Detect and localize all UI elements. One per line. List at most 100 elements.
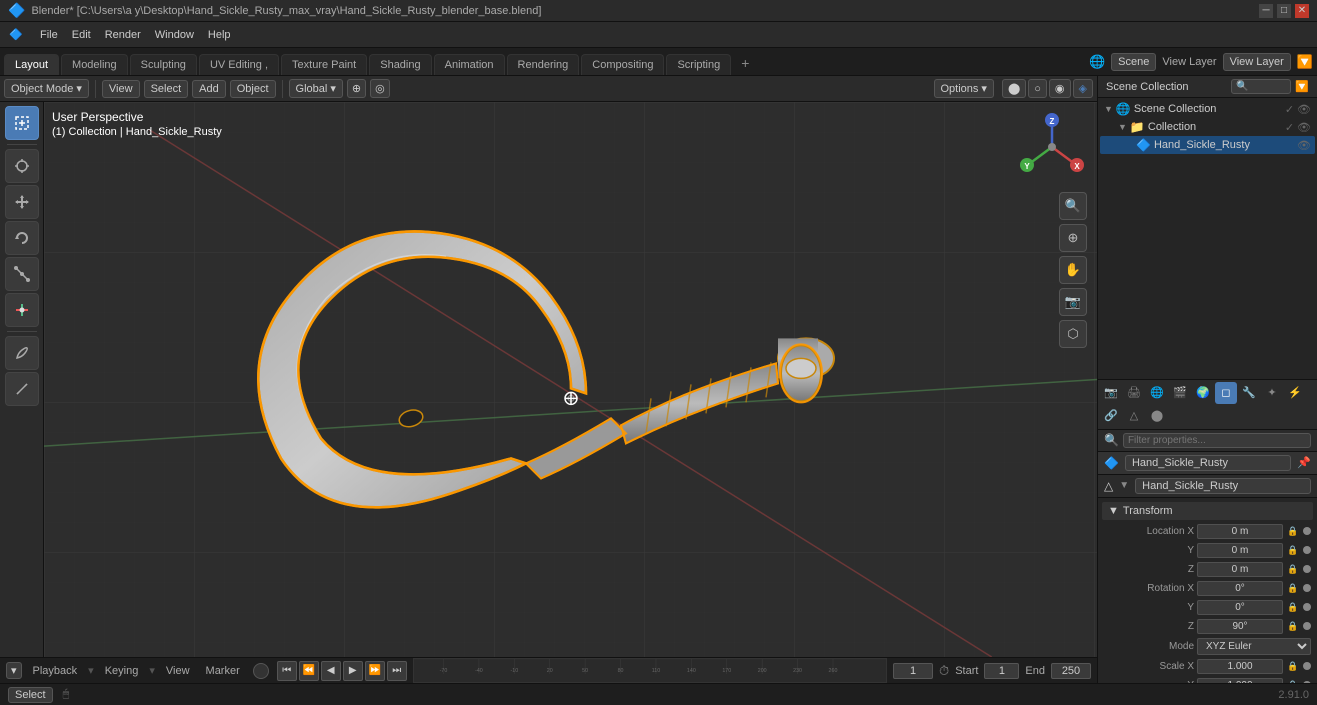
rotation-x-lock-icon[interactable]: 🔒 [1286, 583, 1300, 594]
menu-file[interactable]: File [34, 27, 64, 43]
physics-props-icon[interactable]: ⚡ [1284, 382, 1306, 404]
world-props-icon[interactable]: 🌍 [1192, 382, 1214, 404]
render-props-icon[interactable]: 📷 [1100, 382, 1122, 404]
prev-keyframe-button[interactable]: ⏪ [299, 661, 319, 681]
snap-toggle[interactable]: ⊕ [347, 79, 366, 98]
rotation-z-lock-icon[interactable]: 🔒 [1286, 621, 1300, 632]
measure-tool[interactable] [5, 372, 39, 406]
transform-tool[interactable] [5, 293, 39, 327]
play-button[interactable]: ▶ [343, 661, 363, 681]
rotate-tool[interactable] [5, 221, 39, 255]
select-menu-button[interactable]: Select [144, 80, 189, 98]
options-button[interactable]: Options ▾ [934, 79, 994, 98]
scene-collection-eye[interactable]: 👁 [1297, 103, 1311, 116]
scene-props-icon[interactable]: 🎬 [1169, 382, 1191, 404]
location-y-keyframe-dot[interactable] [1303, 546, 1311, 554]
tab-layout[interactable]: Layout [4, 54, 59, 75]
tab-scripting[interactable]: Scripting [666, 54, 731, 75]
outliner-item-scene-collection[interactable]: ▼ 🌐 Scene Collection ✓ 👁 [1100, 100, 1315, 118]
output-props-icon[interactable]: 🖨 [1123, 382, 1145, 404]
location-y-lock-icon[interactable]: 🔒 [1286, 545, 1300, 556]
outliner-item-hand-sickle[interactable]: 🔷 Hand_Sickle_Rusty 👁 [1100, 136, 1315, 154]
current-frame-input[interactable]: 1 [893, 663, 933, 679]
rotation-mode-select[interactable]: XYZ Euler XZY Euler YXZ Euler YZX Euler … [1197, 638, 1311, 655]
location-x-lock-icon[interactable]: 🔒 [1286, 526, 1300, 537]
object-props-icon[interactable]: ◻ [1215, 382, 1237, 404]
constraints-props-icon[interactable]: 🔗 [1100, 405, 1122, 427]
object-mode-button[interactable]: Object Mode ▾ [4, 79, 89, 98]
rotation-z-value[interactable]: 90° [1197, 619, 1283, 634]
playback-menu-button[interactable]: Playback [28, 664, 83, 678]
tab-compositing[interactable]: Compositing [581, 54, 664, 75]
close-button[interactable]: ✕ [1295, 4, 1309, 18]
menu-window[interactable]: Window [149, 27, 200, 43]
zoom-out-button[interactable]: ⊕ [1059, 224, 1087, 252]
transform-section-header[interactable]: ▼ Transform [1102, 502, 1313, 520]
modifier-props-icon[interactable]: 🔧 [1238, 382, 1260, 404]
jump-end-button[interactable]: ⏭ [387, 661, 407, 681]
end-frame-input[interactable]: 250 [1051, 663, 1091, 679]
filter-icon[interactable]: 🔽 [1297, 54, 1313, 70]
start-frame-input[interactable]: 1 [984, 663, 1019, 679]
tab-modeling[interactable]: Modeling [61, 54, 128, 75]
location-z-keyframe-dot[interactable] [1303, 565, 1311, 573]
minimize-button[interactable]: ─ [1259, 4, 1273, 18]
location-y-value[interactable]: 0 m [1197, 543, 1283, 558]
outliner-item-collection[interactable]: ▼ 📁 Collection ✓ 👁 [1100, 118, 1315, 136]
menu-render[interactable]: Render [99, 27, 147, 43]
scale-x-lock-icon[interactable]: 🔒 [1286, 661, 1300, 672]
view-menu-button-tl[interactable]: View [161, 664, 195, 678]
object-name-label[interactable]: Hand_Sickle_Rusty [1125, 455, 1291, 471]
location-x-value[interactable]: 0 m [1197, 524, 1283, 539]
view-layer-props-icon[interactable]: 🌐 [1146, 382, 1168, 404]
viewport-3d[interactable]: User Perspective (1) Collection | Hand_S… [44, 102, 1097, 657]
marker-menu-button[interactable]: Marker [201, 664, 245, 678]
rotation-z-keyframe-dot[interactable] [1303, 622, 1311, 630]
pin-icon[interactable]: 📌 [1297, 456, 1311, 469]
move-tool[interactable] [5, 185, 39, 219]
annotate-tool[interactable] [5, 336, 39, 370]
add-menu-button[interactable]: Add [192, 80, 226, 98]
view-menu-button[interactable]: View [102, 80, 140, 98]
viewport-shading-solid[interactable]: ⬤ [1002, 79, 1026, 98]
add-workspace-button[interactable]: + [733, 51, 757, 75]
tab-shading[interactable]: Shading [369, 54, 431, 75]
outliner-search[interactable]: 🔍 [1231, 79, 1291, 94]
tab-sculpting[interactable]: Sculpting [130, 54, 197, 75]
record-button[interactable] [253, 663, 269, 679]
viewport-gizmo[interactable]: Z X Y [1017, 112, 1087, 182]
select-box-tool[interactable] [5, 106, 39, 140]
tab-uv-editing[interactable]: UV Editing , [199, 54, 279, 75]
pan-button[interactable]: ✋ [1059, 256, 1087, 284]
maximize-button[interactable]: □ [1277, 4, 1291, 18]
collection-eye[interactable]: 👁 [1297, 121, 1311, 134]
jump-start-button[interactable]: ⏮ [277, 661, 297, 681]
scene-selector[interactable]: Scene [1111, 53, 1156, 71]
menu-edit[interactable]: Edit [66, 27, 97, 43]
camera-button[interactable]: 📷 [1059, 288, 1087, 316]
tab-rendering[interactable]: Rendering [507, 54, 580, 75]
particles-props-icon[interactable]: ✦ [1261, 382, 1283, 404]
viewlayer-selector[interactable]: View Layer [1223, 53, 1291, 71]
keying-menu-button[interactable]: Keying [100, 664, 144, 678]
menu-help[interactable]: Help [202, 27, 237, 43]
isometric-button[interactable]: ⬡ [1059, 320, 1087, 348]
collection-check[interactable]: ✓ [1285, 121, 1294, 134]
data-props-icon[interactable]: △ [1123, 405, 1145, 427]
rotation-x-keyframe-dot[interactable] [1303, 584, 1311, 592]
scale-x-keyframe-dot[interactable] [1303, 662, 1311, 670]
tab-animation[interactable]: Animation [434, 54, 505, 75]
rotation-y-value[interactable]: 0° [1197, 600, 1283, 615]
scale-x-value[interactable]: 1.000 [1197, 659, 1283, 674]
cursor-tool[interactable] [5, 149, 39, 183]
material-props-icon[interactable]: ⬤ [1146, 405, 1168, 427]
location-z-value[interactable]: 0 m [1197, 562, 1283, 577]
location-x-keyframe-dot[interactable] [1303, 527, 1311, 535]
scale-tool[interactable] [5, 257, 39, 291]
viewport-shading-wire[interactable]: ○ [1028, 79, 1047, 98]
scene-collection-check[interactable]: ✓ [1285, 103, 1294, 116]
proportional-edit[interactable]: ◎ [370, 79, 390, 98]
tab-texture-paint[interactable]: Texture Paint [281, 54, 367, 75]
status-select-button[interactable]: Select [8, 687, 53, 703]
rotation-y-keyframe-dot[interactable] [1303, 603, 1311, 611]
